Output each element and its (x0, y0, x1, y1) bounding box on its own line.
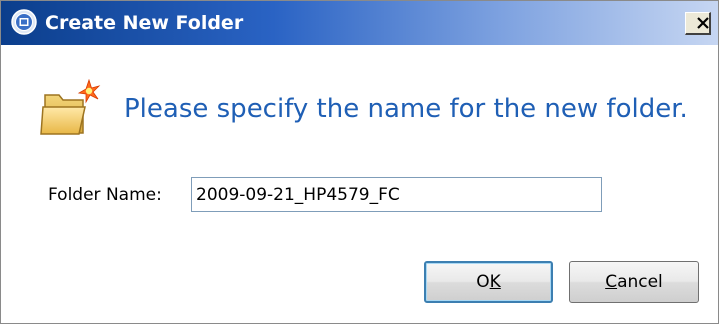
instruction-message: Please specify the name for the new fold… (124, 94, 688, 124)
app-logo-icon (11, 9, 37, 35)
ok-button-label: OK (476, 263, 501, 301)
ok-button[interactable]: OK (424, 261, 553, 303)
create-folder-dialog: Create New Folder Please specify the nam… (0, 0, 719, 324)
folder-name-input[interactable] (191, 177, 602, 212)
window-title: Create New Folder (45, 12, 244, 34)
close-icon (697, 17, 709, 29)
cancel-label-end: ancel (617, 272, 663, 292)
cancel-button-label: Cancel (605, 263, 663, 301)
title-bar[interactable]: Create New Folder (1, 1, 718, 45)
ok-mnemonic: K (489, 272, 501, 292)
cancel-mnemonic: C (605, 272, 618, 292)
ok-label-start: O (476, 272, 490, 292)
close-button[interactable] (685, 12, 711, 35)
cancel-button[interactable]: Cancel (569, 261, 699, 303)
folder-name-label: Folder Name: (48, 185, 162, 205)
new-folder-icon (40, 79, 101, 135)
